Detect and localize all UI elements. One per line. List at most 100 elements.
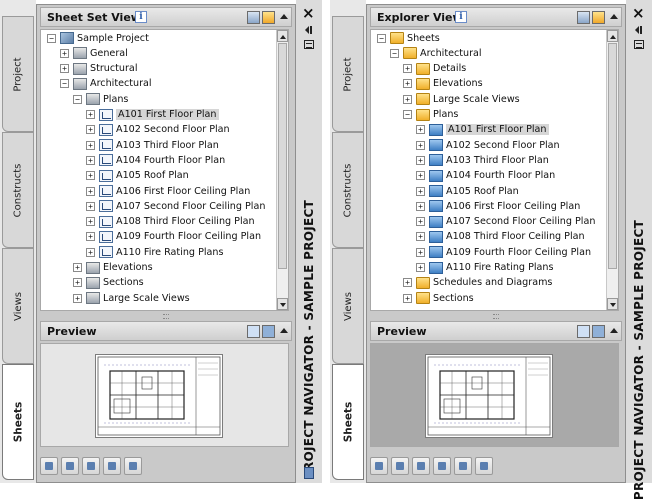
new-sheet-icon[interactable] [61,457,79,475]
tree-item[interactable]: + Structural [60,62,137,76]
repath-icon[interactable] [391,457,409,475]
sheet-set-view-icon[interactable] [577,11,590,24]
expand-icon[interactable]: + [416,232,425,242]
expand-icon[interactable]: + [86,201,95,211]
tree-item[interactable]: − Architectural [390,46,482,60]
tab-project[interactable]: Project [2,16,34,132]
tree-item[interactable]: + Large Scale Views [403,92,520,106]
tree-item[interactable]: + A105 Roof Plan [86,169,189,183]
collapse-arrow-icon[interactable] [610,14,618,19]
tree-item[interactable]: + A104 Fourth Floor Plan [416,169,555,183]
sheet-set-view-header[interactable]: Sheet Set View i [40,7,292,27]
expand-icon[interactable]: + [86,247,95,257]
collapse-icon[interactable]: − [47,33,56,43]
expand-icon[interactable]: + [86,186,95,196]
collapse-icon[interactable]: − [403,110,412,119]
details-mode-icon[interactable] [262,325,275,338]
expand-icon[interactable]: + [416,171,425,181]
expand-icon[interactable]: + [86,232,95,242]
sheet-list-table-icon[interactable] [433,457,451,475]
tree-item[interactable]: − Plans [403,108,458,122]
scroll-thumb[interactable] [608,43,617,269]
expand-icon[interactable]: + [73,263,82,272]
scroll-down-button[interactable] [277,298,288,310]
properties-menu-icon[interactable] [304,40,314,49]
tree-item[interactable]: + A105 Roof Plan [416,184,519,198]
expand-icon[interactable]: + [416,217,425,227]
tree-scrollbar[interactable] [276,30,288,310]
expand-icon[interactable]: + [73,293,82,303]
expand-icon[interactable]: + [60,64,69,74]
tree-item[interactable]: + Elevations [403,77,483,91]
splitter-handle[interactable] [37,312,295,320]
expand-icon[interactable]: + [416,186,425,196]
sheet-set-properties-icon[interactable] [370,457,388,475]
collapse-arrow-icon[interactable] [610,328,618,333]
scroll-down-button[interactable] [607,298,618,310]
sheet-list-table-icon[interactable] [103,457,121,475]
tree-item[interactable]: + A101 First Floor Plan [86,108,219,122]
publish-icon[interactable] [412,457,430,475]
close-icon[interactable]: × [632,6,645,21]
expand-icon[interactable]: + [86,217,95,227]
explorer-view-icon[interactable] [262,11,275,24]
tree-item[interactable]: + A110 Fire Rating Plans [416,261,553,275]
tab-views[interactable]: Views [332,248,364,364]
refresh-icon[interactable] [454,457,472,475]
tree-item[interactable]: + Large Scale Views [73,291,190,305]
tree-item[interactable]: + A108 Third Floor Ceiling Plan [86,215,255,229]
tab-views[interactable]: Views [2,248,34,364]
info-icon[interactable]: i [135,11,147,23]
scroll-thumb[interactable] [278,43,287,269]
explorer-view-header[interactable]: Explorer View i [370,7,622,27]
tree-item[interactable]: − Architectural [60,77,152,91]
archive-icon[interactable] [475,457,493,475]
preview-header[interactable]: Preview [40,321,292,341]
tree-item[interactable]: + Elevations [73,261,153,275]
expand-icon[interactable]: + [416,263,425,272]
tree-item[interactable]: + A104 Fourth Floor Plan [86,153,225,167]
tree-item[interactable]: + A102 Second Floor Plan [86,123,230,137]
tree-item[interactable]: + A103 Third Floor Plan [416,153,549,167]
tree-item[interactable]: + Sections [403,291,474,305]
tree-item[interactable]: + A107 Second Floor Ceiling Plan [416,215,595,229]
expand-icon[interactable]: + [416,201,425,211]
tree-scrollbar[interactable] [606,30,618,310]
expand-icon[interactable]: + [416,247,425,257]
preview-mode-icon[interactable] [247,325,260,338]
sheet-set-view-icon[interactable] [247,11,260,24]
collapse-icon[interactable]: − [390,48,399,58]
tab-sheets[interactable]: Sheets [2,364,34,480]
publish-icon[interactable] [82,457,100,475]
expand-icon[interactable]: + [403,79,412,89]
expand-icon[interactable]: + [416,140,425,150]
tree-item[interactable]: + A101 First Floor Plan [416,123,549,137]
preview-header[interactable]: Preview [370,321,622,341]
tree-item[interactable]: + A108 Third Floor Ceiling Plan [416,230,585,244]
tree-item[interactable]: + A106 First Floor Ceiling Plan [86,184,250,198]
expand-icon[interactable]: + [86,140,95,150]
expand-icon[interactable]: + [73,278,82,288]
tab-constructs[interactable]: Constructs [332,132,364,248]
expand-icon[interactable]: + [416,125,425,135]
expand-icon[interactable]: + [86,171,95,181]
tree-item[interactable]: + A107 Second Floor Ceiling Plan [86,199,265,213]
sheet-set-properties-icon[interactable] [40,457,58,475]
tree-item[interactable]: − Sheets [377,31,440,45]
scroll-up-button[interactable] [277,30,288,42]
scroll-up-button[interactable] [607,30,618,42]
tab-project[interactable]: Project [332,16,364,132]
collapse-arrow-icon[interactable] [280,328,288,333]
explorer-view-icon[interactable] [592,11,605,24]
tree-item[interactable]: + Schedules and Diagrams [403,276,552,290]
tree-item[interactable]: − Sample Project [47,31,149,45]
expand-icon[interactable]: + [86,110,95,119]
expand-icon[interactable]: + [403,278,412,288]
tree-item[interactable]: + General [60,46,128,60]
explorer-tree[interactable]: − Sheets − Architectural + Details + Elevations… [370,29,619,311]
auto-hide-icon[interactable] [635,26,643,34]
tree-item[interactable]: + A109 Fourth Floor Ceiling Plan [86,230,261,244]
expand-icon[interactable]: + [403,293,412,303]
collapse-icon[interactable]: − [73,94,82,104]
preview-mode-icon[interactable] [577,325,590,338]
